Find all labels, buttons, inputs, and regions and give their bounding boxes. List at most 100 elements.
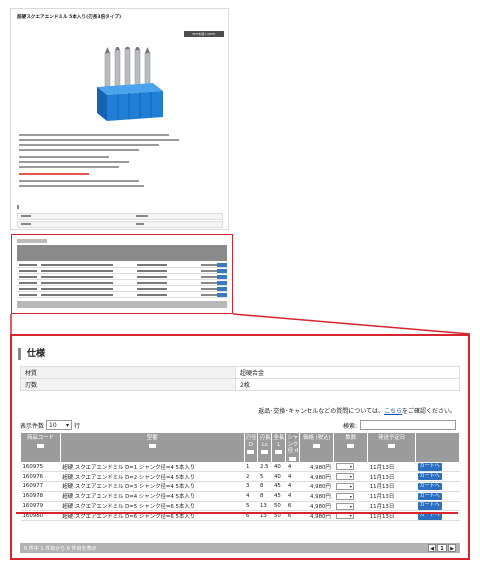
rows-per-page-select[interactable]: 10 ▾ bbox=[46, 420, 73, 430]
sort-icon bbox=[247, 450, 255, 454]
cell-model: 超硬 スクエアエンドミル D=2 シャンク径=4 5本入り bbox=[60, 471, 244, 483]
chevron-down-icon: ▾ bbox=[349, 464, 352, 470]
cell-ship-date: 11月13日 bbox=[367, 462, 416, 473]
cell-quantity: ▾ bbox=[333, 471, 368, 483]
cell-code: 160977 bbox=[20, 481, 61, 492]
chevron-down-icon: ▾ bbox=[349, 513, 352, 519]
cell-flute-length: 5 bbox=[257, 471, 272, 483]
cell-cart: カートへ bbox=[415, 471, 460, 483]
cell-ship-date: 11月13日 bbox=[367, 471, 416, 483]
cell-cart: カートへ bbox=[415, 491, 460, 502]
chevron-down-icon: ▾ bbox=[349, 503, 352, 509]
sort-icon bbox=[289, 456, 297, 461]
cell-shank: 4 bbox=[285, 471, 300, 483]
returns-note: 返品･交換･キャンセルなどの質問については、こちらをご確認ください。 bbox=[258, 408, 456, 415]
cell-shank: 6 bbox=[285, 501, 300, 512]
quantity-select[interactable]: ▾ bbox=[335, 502, 354, 510]
cell-cart: カートへ bbox=[415, 501, 460, 512]
cell-code: 160979 bbox=[20, 501, 61, 512]
cell-code: 160975 bbox=[20, 462, 61, 473]
col-header-code[interactable]: 商品コード bbox=[20, 432, 61, 463]
add-to-cart-button[interactable]: カートへ bbox=[417, 463, 442, 471]
rows-per-page-unit: 行 bbox=[74, 422, 81, 430]
cell-code: 160976 bbox=[20, 471, 61, 483]
cell-shank: 4 bbox=[285, 462, 300, 473]
spec-row: 材質 超硬合金 bbox=[20, 366, 460, 379]
spec-value: 超硬合金 bbox=[235, 366, 460, 379]
thumbnail-product-title: 超硬スクエアエンドミル 5本入り(刃長3倍タイプ) bbox=[17, 15, 122, 20]
cell-price: 4,980円 bbox=[299, 471, 334, 483]
col-header-cart bbox=[415, 432, 460, 463]
chevron-down-icon: ▾ bbox=[349, 474, 352, 480]
cell-shank: 4 bbox=[285, 481, 300, 492]
cell-total-length: 45 bbox=[271, 491, 286, 502]
cell-total-length: 40 bbox=[271, 462, 286, 473]
chevron-down-icon: ▾ bbox=[349, 483, 352, 489]
table-footer: 6 件中 1 件目から 6 件目を表示 ◀ 1 ▶ bbox=[20, 543, 460, 553]
add-to-cart-button[interactable]: カートへ bbox=[417, 482, 442, 491]
col-header-diameter[interactable]: 刃径 D bbox=[243, 432, 259, 463]
cell-total-length: 45 bbox=[271, 481, 286, 492]
table-info: 6 件中 1 件目から 6 件目を表示 bbox=[24, 546, 97, 552]
search-label: 検索: bbox=[342, 422, 357, 430]
chevron-down-icon: ▾ bbox=[66, 421, 70, 429]
col-header-model[interactable]: 型番 bbox=[59, 432, 245, 463]
cell-diameter: 1 bbox=[244, 462, 258, 473]
cell-ship-date: 11月13日 bbox=[367, 501, 416, 512]
chevron-down-icon: ▾ bbox=[349, 493, 352, 499]
cell-model: 超硬 スクエアエンドミル D=4 シャンク径=4 5本入り bbox=[60, 491, 244, 502]
cell-total-length: 40 bbox=[271, 471, 286, 483]
cell-price: 4,980円 bbox=[299, 462, 334, 473]
col-header-flute-length[interactable]: 刃長 Lc bbox=[257, 432, 273, 463]
pagination: ◀ 1 ▶ bbox=[428, 544, 456, 552]
table-row: 160975 超硬 スクエアエンドミル D=1 シャンク径=4 5本入り 1 2.5 4… bbox=[20, 462, 460, 473]
cell-flute-length: 2.5 bbox=[257, 462, 272, 473]
table-search: 検索: bbox=[343, 420, 456, 430]
cell-price: 4,980円 bbox=[299, 491, 334, 502]
cell-code: 160978 bbox=[20, 491, 61, 502]
quantity-select[interactable]: ▾ bbox=[335, 463, 354, 471]
returns-link[interactable]: こちら bbox=[384, 408, 402, 415]
cell-diameter: 3 bbox=[244, 481, 258, 492]
spec-row: 刃数 2枚 bbox=[20, 378, 460, 391]
cell-quantity: ▾ bbox=[333, 462, 368, 473]
col-header-quantity[interactable]: 数数 bbox=[333, 432, 369, 463]
table-row: 160976 超硬 スクエアエンドミル D=2 シャンク径=4 5本入り 2 5 40 4… bbox=[20, 471, 460, 483]
cell-model: 超硬 スクエアエンドミル D=1 シャンク径=4 5本入り bbox=[60, 462, 244, 473]
table-row: 160978 超硬 スクエアエンドミル D=4 シャンク径=4 5本入り 4 8 45 4… bbox=[20, 491, 460, 502]
table-header-row: 商品コード 型番 刃径 D 刃長 Lc 全長 L シャンク径 d 価格 (税込)… bbox=[20, 432, 460, 463]
sort-icon bbox=[261, 450, 269, 454]
sort-icon bbox=[347, 443, 355, 448]
spec-key: 材質 bbox=[20, 366, 236, 379]
cell-ship-date: 11月13日 bbox=[367, 491, 416, 502]
cell-cart: カートへ bbox=[415, 481, 460, 492]
thumbnail-description-text bbox=[19, 134, 219, 190]
spec-heading: 仕様 bbox=[18, 348, 45, 360]
spec-key: 刃数 bbox=[20, 378, 236, 391]
cell-diameter: 5 bbox=[244, 501, 258, 512]
col-header-ship-date[interactable]: 発送予定日 bbox=[367, 432, 417, 463]
add-to-cart-button[interactable]: カートへ bbox=[417, 472, 442, 481]
col-header-total-length[interactable]: 全長 L bbox=[271, 432, 287, 463]
cell-diameter: 4 bbox=[244, 491, 258, 502]
end-mill-product-image bbox=[97, 47, 163, 121]
pdf-button[interactable]: PDFを開く(PDF) bbox=[184, 31, 224, 37]
spec-table: 材質 超硬合金 刃数 2枚 bbox=[20, 366, 460, 391]
search-input[interactable] bbox=[360, 420, 456, 430]
next-page-icon[interactable]: ▶ bbox=[448, 544, 456, 552]
quantity-select[interactable]: ▾ bbox=[335, 482, 354, 490]
thumbnail-spec-section bbox=[17, 205, 223, 229]
col-header-price[interactable]: 価格 (税込) bbox=[299, 432, 335, 463]
add-to-cart-button[interactable]: カートへ bbox=[417, 502, 442, 510]
cell-diameter: 2 bbox=[244, 471, 258, 483]
current-page[interactable]: 1 bbox=[437, 544, 447, 552]
product-page-thumbnail: 超硬スクエアエンドミル 5本入り(刃長3倍タイプ) PDFを開く(PDF) bbox=[10, 8, 229, 230]
quantity-select[interactable]: ▾ bbox=[335, 492, 354, 500]
cell-cart: カートへ bbox=[415, 462, 460, 473]
add-to-cart-button[interactable]: カートへ bbox=[417, 492, 442, 501]
col-header-shank[interactable]: シャンク径 d bbox=[285, 432, 301, 463]
cell-model: 超硬 スクエアエンドミル D=3 シャンク径=4 5本入り bbox=[60, 481, 244, 492]
prev-page-icon[interactable]: ◀ bbox=[428, 544, 436, 552]
cell-flute-length: 8 bbox=[257, 481, 272, 492]
quantity-select[interactable]: ▾ bbox=[335, 473, 354, 481]
